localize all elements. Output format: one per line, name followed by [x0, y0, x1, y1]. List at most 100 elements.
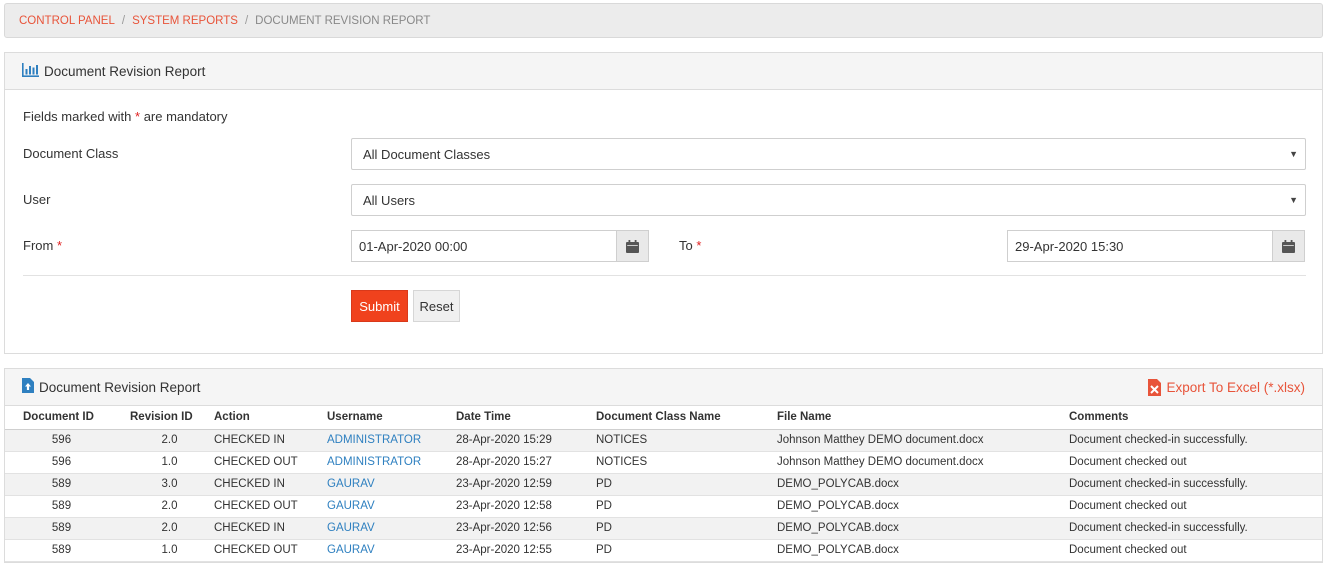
- to-calendar-button[interactable]: [1272, 231, 1304, 261]
- file-name: DEMO_POLYCAB.docx: [777, 473, 1069, 496]
- mandatory-suffix: are mandatory: [143, 109, 228, 124]
- document-id: 596: [5, 451, 112, 474]
- from-date-value: 01-Apr-2020 00:00: [359, 238, 468, 254]
- user-value: All Users: [363, 192, 416, 208]
- username-link[interactable]: GAURAV: [327, 473, 456, 496]
- document-class-name: NOTICES: [596, 429, 777, 452]
- comments: Document checked-in successfully.: [1069, 517, 1322, 540]
- calendar-icon: [1282, 239, 1295, 253]
- user-select[interactable]: All Users ▼: [351, 184, 1306, 216]
- filter-panel-header: Document Revision Report: [5, 53, 1322, 90]
- column-header[interactable]: Document ID: [5, 406, 112, 430]
- action: CHECKED OUT: [213, 495, 327, 518]
- reset-button[interactable]: Reset: [413, 290, 460, 322]
- from-calendar-button[interactable]: [616, 231, 648, 261]
- table-header-row: Document ID Revision ID Action Username …: [5, 406, 1322, 430]
- from-label-text: From: [23, 238, 54, 253]
- document-class-select[interactable]: All Document Classes ▼: [351, 138, 1306, 170]
- breadcrumb-system-reports[interactable]: SYSTEM REPORTS: [132, 15, 238, 27]
- document-id: 589: [5, 473, 112, 496]
- document-class-name: PD: [596, 495, 777, 518]
- bar-chart-icon: [22, 62, 39, 80]
- username-link[interactable]: GAURAV: [327, 495, 456, 518]
- document-class-value: All Document Classes: [363, 146, 491, 162]
- revision-id: 2.0: [112, 495, 213, 518]
- revision-id: 3.0: [112, 473, 213, 496]
- username-link[interactable]: GAURAV: [327, 539, 456, 562]
- mandatory-note: Fields marked with * are mandatory: [23, 109, 228, 124]
- date-time: 28-Apr-2020 15:29: [456, 429, 596, 452]
- document-class-name: PD: [596, 517, 777, 540]
- column-header[interactable]: Action: [213, 406, 327, 430]
- date-time: 23-Apr-2020 12:59: [456, 473, 596, 496]
- file-name: DEMO_POLYCAB.docx: [777, 495, 1069, 518]
- revision-id: 2.0: [112, 517, 213, 540]
- date-time: 28-Apr-2020 15:27: [456, 451, 596, 474]
- action: CHECKED OUT: [213, 451, 327, 474]
- date-time: 23-Apr-2020 12:55: [456, 539, 596, 562]
- action: CHECKED IN: [213, 429, 327, 452]
- column-header[interactable]: Date Time: [456, 406, 596, 430]
- document-id: 589: [5, 495, 112, 518]
- submit-button[interactable]: Submit: [351, 290, 408, 322]
- table-row[interactable]: 596 1.0 CHECKED OUT ADMINISTRATOR 28-Apr-202…: [5, 451, 1322, 474]
- caret-down-icon: ▼: [1289, 149, 1298, 159]
- comments: Document checked-in successfully.: [1069, 429, 1322, 452]
- document-class-label: Document Class: [23, 146, 119, 161]
- to-label-text: To: [679, 238, 693, 253]
- table-row[interactable]: 589 2.0 CHECKED OUT GAURAV 23-Apr-2020 12:58…: [5, 495, 1322, 518]
- export-to-excel-link[interactable]: Export To Excel (*.xlsx): [1148, 379, 1305, 396]
- revision-id: 2.0: [112, 429, 213, 452]
- breadcrumb: CONTROL PANEL / SYSTEM REPORTS / DOCUMEN…: [4, 3, 1323, 38]
- table-row[interactable]: 589 3.0 CHECKED IN GAURAV 23-Apr-2020 12:59 P…: [5, 473, 1322, 496]
- file-name: DEMO_POLYCAB.docx: [777, 517, 1069, 540]
- filter-panel-title: Document Revision Report: [44, 63, 206, 79]
- file-name: DEMO_POLYCAB.docx: [777, 539, 1069, 562]
- comments: Document checked out: [1069, 539, 1322, 562]
- table-row[interactable]: 596 2.0 CHECKED IN ADMINISTRATOR 28-Apr-2020…: [5, 429, 1322, 452]
- user-label: User: [23, 192, 51, 207]
- file-name: Johnson Matthey DEMO document.docx: [777, 429, 1069, 452]
- comments: Document checked out: [1069, 495, 1322, 518]
- date-time: 23-Apr-2020 12:58: [456, 495, 596, 518]
- table-row[interactable]: 589 2.0 CHECKED IN GAURAV 23-Apr-2020 12:56 P…: [5, 517, 1322, 540]
- column-header[interactable]: File Name: [777, 406, 1069, 430]
- mandatory-prefix: Fields marked with: [23, 109, 132, 124]
- column-header[interactable]: Username: [327, 406, 456, 430]
- username-link[interactable]: ADMINISTRATOR: [327, 451, 456, 474]
- breadcrumb-current: DOCUMENT REVISION REPORT: [255, 14, 431, 27]
- results-panel-title: Document Revision Report: [39, 379, 201, 395]
- document-id: 596: [5, 429, 112, 452]
- document-id: 589: [5, 539, 112, 562]
- to-date-input[interactable]: 29-Apr-2020 15:30: [1007, 230, 1305, 262]
- column-header[interactable]: Document Class Name: [596, 406, 777, 430]
- document-id: 589: [5, 517, 112, 540]
- revision-id: 1.0: [112, 451, 213, 474]
- from-date-input[interactable]: 01-Apr-2020 00:00: [351, 230, 649, 262]
- report-filter-panel: Document Revision Report Fields marked w…: [4, 52, 1323, 354]
- document-class-name: PD: [596, 539, 777, 562]
- to-label: To *: [679, 238, 701, 253]
- required-star: *: [56, 238, 63, 253]
- column-header[interactable]: Revision ID: [112, 406, 213, 430]
- comments: Document checked out: [1069, 451, 1322, 474]
- username-link[interactable]: ADMINISTRATOR: [327, 429, 456, 452]
- breadcrumb-control-panel[interactable]: CONTROL PANEL: [19, 15, 115, 27]
- caret-down-icon: ▼: [1289, 195, 1298, 205]
- breadcrumb-separator: /: [244, 14, 249, 27]
- excel-file-icon: [1148, 379, 1162, 396]
- document-class-name: PD: [596, 473, 777, 496]
- revision-table: Document ID Revision ID Action Username …: [5, 406, 1322, 562]
- document-class-name: NOTICES: [596, 451, 777, 474]
- file-upload-icon: [22, 378, 34, 396]
- date-time: 23-Apr-2020 12:56: [456, 517, 596, 540]
- breadcrumb-separator: /: [121, 14, 126, 27]
- column-header[interactable]: Comments: [1069, 406, 1322, 430]
- action: CHECKED IN: [213, 517, 327, 540]
- form-divider: [23, 275, 1306, 276]
- table-row[interactable]: 589 1.0 CHECKED OUT GAURAV 23-Apr-2020 12:55…: [5, 539, 1322, 562]
- to-date-value: 29-Apr-2020 15:30: [1015, 238, 1124, 254]
- file-name: Johnson Matthey DEMO document.docx: [777, 451, 1069, 474]
- username-link[interactable]: GAURAV: [327, 517, 456, 540]
- comments: Document checked-in successfully.: [1069, 473, 1322, 496]
